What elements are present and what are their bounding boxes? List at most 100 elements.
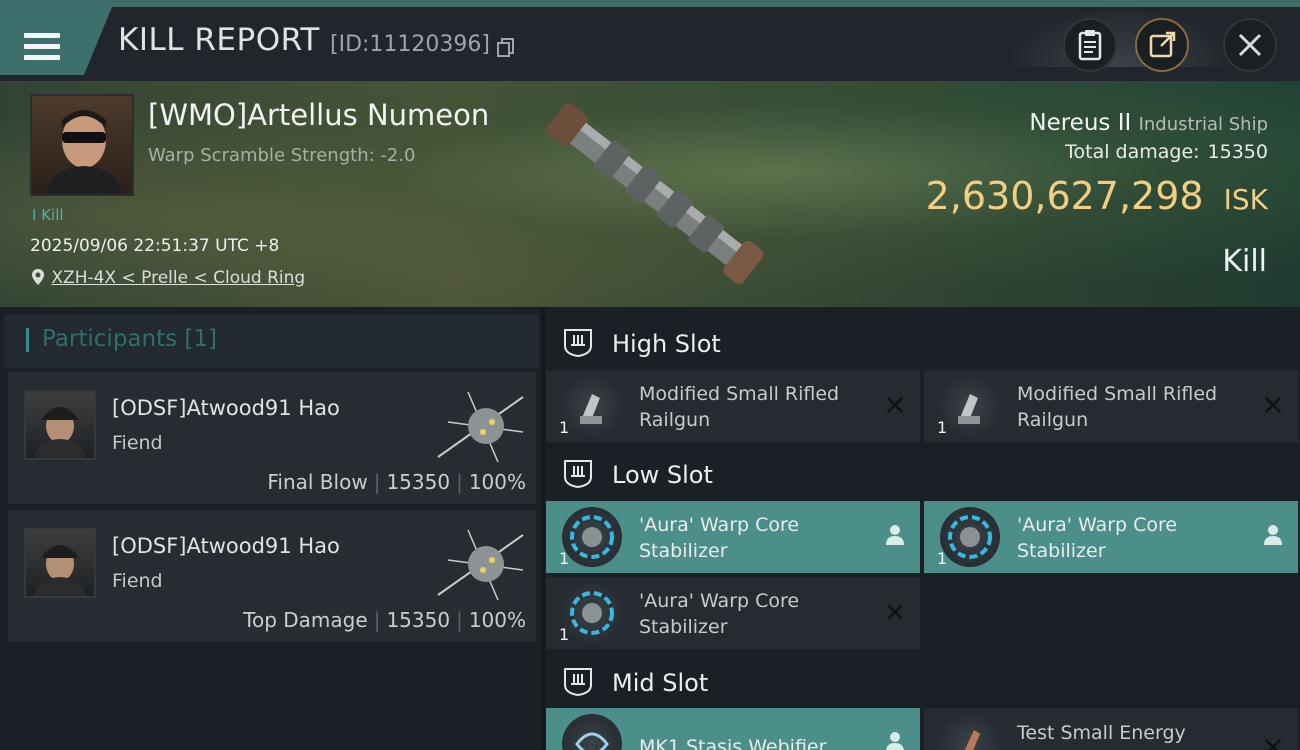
mid-slot-icon <box>564 668 592 696</box>
isk-amount: 2,630,627,298 <box>925 174 1204 218</box>
module-quantity: 1 <box>937 549 948 568</box>
participants-count: [1] <box>184 326 218 352</box>
stasis-webifier-icon <box>562 714 622 750</box>
stat-divider: | <box>456 470 463 494</box>
module-quantity: 1 <box>559 418 570 437</box>
participant-percent: 100% <box>468 470 526 494</box>
top-accent-line <box>0 0 1300 7</box>
railgun-icon <box>562 376 622 436</box>
participants-title: Participants [1] <box>42 326 217 352</box>
stat-divider: | <box>373 470 381 494</box>
dropped-person-icon <box>1264 525 1282 545</box>
victim-avatar[interactable] <box>30 94 134 196</box>
module-quantity: 1 <box>559 549 570 568</box>
destroyed-icon <box>1265 739 1281 750</box>
victim-name[interactable]: [WMO]Artellus Numeon <box>148 98 489 132</box>
isk-value: 2,630,627,298 ISK <box>926 174 1268 218</box>
warp-core-stabilizer-icon <box>562 507 622 567</box>
module-name: MK1 Stasis Webifier <box>639 736 827 750</box>
participants-header: Participants [1] <box>4 314 539 368</box>
participant-tag: Top Damage <box>243 608 368 632</box>
module-item[interactable]: Test Small Energy <box>924 708 1298 750</box>
participant-role: Fiend <box>112 432 163 454</box>
module-name: Modified Small Rifled Railgun <box>1017 383 1218 431</box>
mid-slot-title: Mid Slot <box>612 669 709 697</box>
participant-ship-image <box>437 529 524 601</box>
participant-avatar[interactable] <box>24 528 96 598</box>
mid-slot-header: Mid Slot <box>545 652 1300 708</box>
low-slot-icon <box>564 460 592 488</box>
participant-name[interactable]: [ODSF]Atwood91 Hao <box>112 534 340 558</box>
participant-stats: Top Damage | 15350 | 100% <box>243 608 526 632</box>
high-slot-title: High Slot <box>612 330 721 358</box>
kill-location[interactable]: XZH-4X < Prelle < Cloud Ring <box>30 268 305 288</box>
participant-portrait-image <box>34 407 86 458</box>
ship-name[interactable]: Nereus II Industrial Ship <box>1029 110 1268 136</box>
high-slot-header: High Slot <box>545 313 1300 369</box>
participant-ship-image <box>437 391 524 463</box>
module-name: Test Small Energy <box>1017 722 1186 744</box>
total-damage-value: 15350 <box>1207 141 1268 163</box>
participant-avatar[interactable] <box>24 390 96 460</box>
participant-name[interactable]: [ODSF]Atwood91 Hao <box>112 396 340 420</box>
energy-weapon-icon <box>940 714 1000 750</box>
module-name: Modified Small Rifled Railgun <box>639 383 840 431</box>
victim-portrait-image <box>46 110 122 194</box>
dropped-person-icon <box>886 732 904 750</box>
warp-core-stabilizer-icon <box>562 583 622 643</box>
participant-damage: 15350 <box>386 608 451 632</box>
ship-class: Industrial Ship <box>1138 114 1268 135</box>
low-slot-title: Low Slot <box>612 461 713 489</box>
railgun-icon <box>940 376 1000 436</box>
module-item[interactable]: MK1 Stasis Webifier <box>546 708 920 750</box>
ship-type-name: Nereus II <box>1029 110 1132 136</box>
module-name: 'Aura' Warp Core Stabilizer <box>1017 514 1178 562</box>
share-icon <box>1149 31 1176 58</box>
header-accent-bar <box>26 328 29 352</box>
page-title: KILL REPORT <box>118 22 320 58</box>
module-name: 'Aura' Warp Core Stabilizer <box>639 590 800 638</box>
participant-damage: 15350 <box>386 470 451 494</box>
total-damage-label: Total damage: <box>1065 141 1200 163</box>
module-item[interactable]: 1 'Aura' Warp Core Stabilizer <box>546 577 920 649</box>
module-name: 'Aura' Warp Core Stabilizer <box>639 514 800 562</box>
module-item[interactable]: 1 'Aura' Warp Core Stabilizer <box>546 501 920 573</box>
participant-percent: 100% <box>468 608 526 632</box>
close-icon <box>1238 33 1262 57</box>
clipboard-button[interactable] <box>1063 18 1117 72</box>
isk-unit: ISK <box>1223 183 1268 216</box>
module-item[interactable]: 1 Modified Small Rifled Railgun <box>924 370 1298 442</box>
copy-icon[interactable] <box>497 37 515 57</box>
low-slot-header: Low Slot <box>545 444 1300 500</box>
share-button[interactable] <box>1135 18 1189 72</box>
warp-scramble-strength: Warp Scramble Strength: -2.0 <box>148 145 416 166</box>
warp-core-stabilizer-icon <box>940 507 1000 567</box>
destroyed-icon <box>887 397 903 413</box>
participant-card[interactable]: [ODSF]Atwood91 Hao Fiend Final Blow | 1535… <box>8 372 536 504</box>
destroyed-icon <box>887 604 903 620</box>
module-quantity: 1 <box>937 418 948 437</box>
participant-tag: Final Blow <box>267 470 368 494</box>
kill-result: Kill <box>1222 244 1267 279</box>
report-id: [ID:11120396] <box>330 32 490 57</box>
participant-role: Fiend <box>112 570 163 592</box>
module-item[interactable]: 1 'Aura' Warp Core Stabilizer <box>924 501 1298 573</box>
module-quantity: 1 <box>559 625 570 644</box>
stat-divider: | <box>373 608 381 632</box>
close-button[interactable] <box>1223 18 1277 72</box>
hamburger-icon <box>24 33 60 61</box>
location-link[interactable]: XZH-4X < Prelle < Cloud Ring <box>51 268 305 288</box>
destroyed-icon <box>1265 397 1281 413</box>
total-damage: Total damage: 15350 <box>1065 141 1268 163</box>
clipboard-icon <box>1078 30 1102 61</box>
kill-datetime: 2025/09/06 22:51:37 UTC +8 <box>30 236 280 256</box>
location-pin-icon <box>32 269 44 285</box>
participant-card[interactable]: [ODSF]Atwood91 Hao Fiend Top Damage | 1535… <box>8 510 536 642</box>
kill-tag: I Kill <box>32 206 64 224</box>
ship-image <box>546 102 764 284</box>
module-item[interactable]: 1 Modified Small Rifled Railgun <box>546 370 920 442</box>
dropped-person-icon <box>886 525 904 545</box>
participant-portrait-image <box>34 545 86 596</box>
planet-backdrop <box>1010 7 1230 67</box>
high-slot-icon <box>564 329 592 357</box>
